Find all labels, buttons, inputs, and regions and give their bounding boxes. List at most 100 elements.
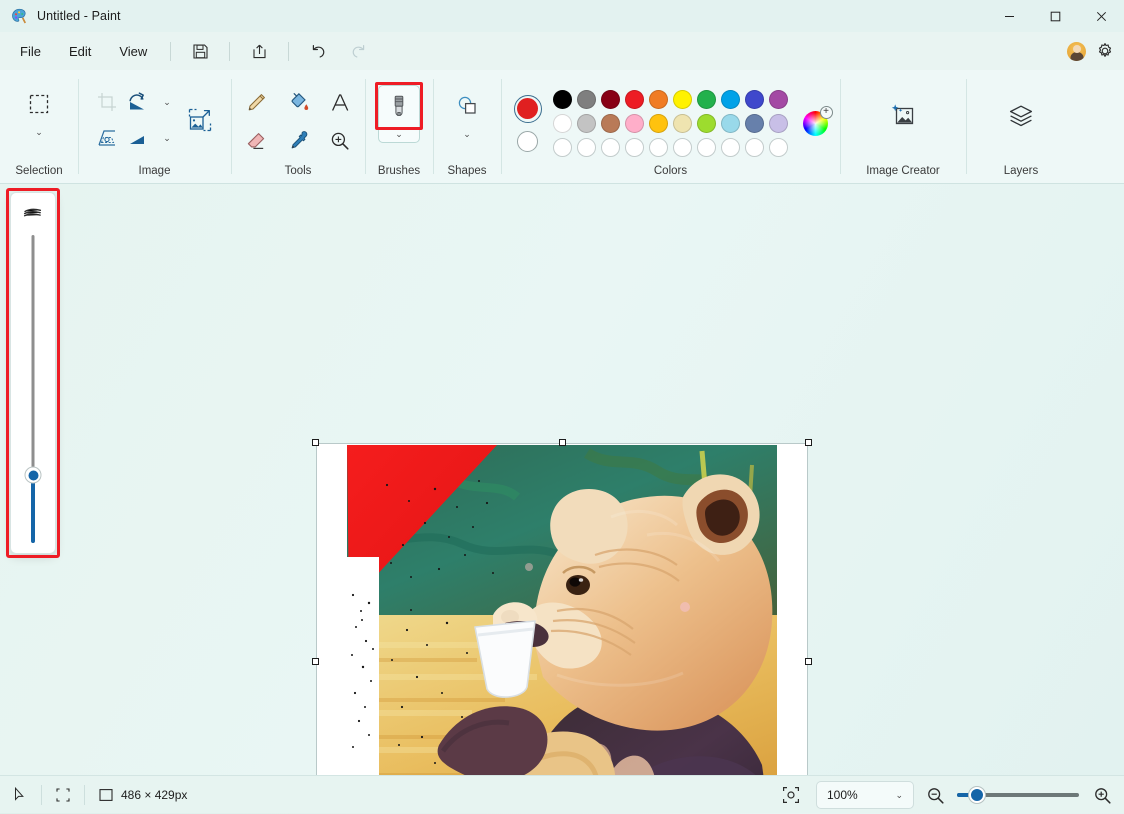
brush-size-slider[interactable]	[20, 235, 46, 543]
color-swatch[interactable]	[721, 114, 740, 133]
color-swatch-empty[interactable]	[601, 138, 620, 157]
brushes-caret-button[interactable]: ⌄	[379, 126, 419, 142]
maximize-button[interactable]	[1032, 0, 1078, 32]
color-swatch[interactable]	[601, 90, 620, 109]
color-swatch-cell	[647, 135, 671, 159]
chevron-down-icon: ⌄	[463, 130, 471, 139]
zoom-level-value: 100%	[827, 788, 858, 802]
fit-to-window-icon[interactable]	[776, 786, 806, 804]
color-swatch-empty[interactable]	[649, 138, 668, 157]
rotate-icon[interactable]	[123, 82, 153, 122]
minimize-button[interactable]	[986, 0, 1032, 32]
color-swatch[interactable]	[577, 114, 596, 133]
shapes-icon[interactable]	[447, 86, 487, 126]
group-layers: Layers	[966, 70, 1076, 183]
color-swatch[interactable]	[745, 114, 764, 133]
color-swatch-cell	[647, 87, 671, 111]
brush-size-flyout[interactable]	[10, 192, 56, 554]
color-swatch-cell	[767, 87, 791, 111]
color-swatch[interactable]	[649, 90, 668, 109]
color-wheel-icon[interactable]: +	[803, 111, 828, 136]
group-image: ⌄	[78, 70, 231, 183]
color-swatch[interactable]	[745, 90, 764, 109]
flip-caret-button[interactable]: ⌄	[154, 130, 180, 146]
menu-file[interactable]: File	[8, 40, 53, 63]
color-swatch-cell	[767, 111, 791, 135]
color-swatch-empty[interactable]	[577, 138, 596, 157]
canvas-stage[interactable]	[0, 184, 1124, 775]
pencil-icon[interactable]	[236, 83, 276, 123]
color-swatch[interactable]	[553, 90, 572, 109]
image-creator-icon[interactable]	[881, 94, 925, 138]
color-swatch[interactable]	[673, 90, 692, 109]
color-swatch[interactable]	[721, 90, 740, 109]
gear-icon[interactable]	[1096, 42, 1114, 60]
chevron-down-icon: ⌄	[395, 130, 403, 139]
group-label-image-creator: Image Creator	[840, 165, 966, 177]
selection-handle-e[interactable]	[805, 658, 812, 665]
brush-size-thumb[interactable]	[25, 467, 42, 484]
status-bar: 486 × 429px 100% ⌄	[0, 775, 1124, 813]
flip-icon[interactable]	[123, 118, 153, 158]
group-image-creator: Image Creator	[840, 70, 966, 183]
color-swatch[interactable]	[673, 114, 692, 133]
zoom-out-icon[interactable]	[924, 786, 947, 805]
fill-bucket-icon[interactable]	[278, 83, 318, 123]
color-swatch-empty[interactable]	[697, 138, 716, 157]
zoom-slider[interactable]	[957, 785, 1079, 805]
account-avatar-icon[interactable]	[1067, 42, 1086, 61]
selection-handle-nw[interactable]	[312, 439, 319, 446]
layers-icon[interactable]	[999, 94, 1043, 138]
color-swatch[interactable]	[697, 90, 716, 109]
text-icon[interactable]	[320, 83, 360, 123]
share-icon[interactable]	[242, 36, 276, 66]
selection-handle-ne[interactable]	[805, 439, 812, 446]
brushes-button[interactable]: ⌄	[378, 85, 420, 143]
selection-caret-button[interactable]: ⌄	[26, 124, 52, 140]
selection-handle-n[interactable]	[559, 439, 566, 446]
menu-view[interactable]: View	[107, 40, 159, 63]
magnifier-icon[interactable]	[320, 121, 360, 161]
zoom-in-icon[interactable]	[1089, 786, 1116, 805]
color-swatch-empty[interactable]	[553, 138, 572, 157]
save-icon[interactable]	[183, 36, 217, 66]
brush-icon[interactable]	[379, 86, 419, 126]
shapes-caret-button[interactable]: ⌄	[454, 126, 480, 142]
color-swatch[interactable]	[769, 114, 788, 133]
color-swatch-cell	[695, 111, 719, 135]
color-swatch-cell	[623, 87, 647, 111]
eyedropper-icon[interactable]	[278, 121, 318, 161]
window-controls	[986, 0, 1124, 32]
add-color-icon[interactable]: +	[820, 106, 833, 119]
close-button[interactable]	[1078, 0, 1124, 32]
color-swatch[interactable]	[697, 114, 716, 133]
color-swatch[interactable]	[649, 114, 668, 133]
zoom-slider-thumb[interactable]	[969, 787, 985, 803]
color-swatch[interactable]	[577, 90, 596, 109]
secondary-color-swatch[interactable]	[517, 131, 538, 152]
canvas-selection[interactable]	[316, 443, 808, 775]
resize-image-icon[interactable]	[179, 99, 221, 141]
color-swatch-empty[interactable]	[673, 138, 692, 157]
color-swatch[interactable]	[769, 90, 788, 109]
rectangular-selection-icon[interactable]	[19, 84, 59, 124]
color-swatch-empty[interactable]	[769, 138, 788, 157]
color-swatch[interactable]	[625, 90, 644, 109]
image-size-text: 486 × 429px	[121, 788, 187, 802]
color-swatch-empty[interactable]	[721, 138, 740, 157]
color-swatch[interactable]	[553, 114, 572, 133]
undo-icon[interactable]	[301, 36, 335, 66]
rotate-caret-button[interactable]: ⌄	[154, 94, 180, 110]
current-color-swatch[interactable]	[514, 95, 542, 123]
color-swatch[interactable]	[601, 114, 620, 133]
artwork-image[interactable]	[347, 445, 777, 775]
menu-edit[interactable]: Edit	[57, 40, 103, 63]
selection-handle-w[interactable]	[312, 658, 319, 665]
cursor-arrow-icon	[14, 787, 27, 802]
zoom-level-select[interactable]: 100% ⌄	[816, 781, 914, 809]
skew-icon[interactable]	[87, 118, 127, 158]
color-swatch[interactable]	[625, 114, 644, 133]
eraser-icon[interactable]	[236, 121, 276, 161]
color-swatch-empty[interactable]	[625, 138, 644, 157]
color-swatch-empty[interactable]	[745, 138, 764, 157]
